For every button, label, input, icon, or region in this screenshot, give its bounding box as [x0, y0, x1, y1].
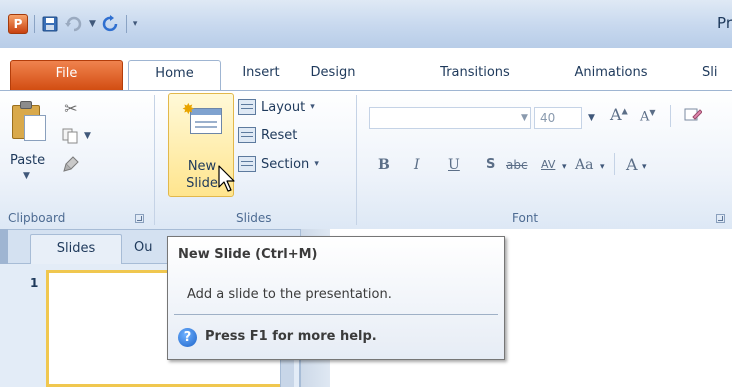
redo-icon[interactable]: [102, 15, 120, 33]
italic-button[interactable]: I: [414, 155, 420, 175]
layout-icon: [238, 99, 256, 115]
title-bar: P ▼ ▾ Pr: [0, 0, 732, 48]
shrink-font-icon[interactable]: A▼: [640, 108, 656, 124]
copy-icon[interactable]: [62, 127, 80, 145]
tab-slide-show[interactable]: Sli: [702, 60, 732, 90]
quick-access-toolbar: P ▼ ▾: [8, 12, 137, 36]
character-spacing-button[interactable]: AV: [541, 155, 555, 175]
font-inner-separator: [614, 153, 615, 175]
change-case-button[interactable]: Aa: [575, 155, 593, 175]
group-separator: [154, 95, 155, 225]
bold-button[interactable]: B: [378, 155, 390, 175]
font-color-dropdown-icon[interactable]: ▾: [642, 162, 647, 172]
tab-home[interactable]: Home: [128, 60, 221, 90]
new-slide-icon: ✸: [182, 102, 222, 136]
font-dialog-launcher-icon[interactable]: [716, 214, 725, 223]
strikethrough-button[interactable]: abc: [506, 155, 528, 175]
clipboard-dialog-launcher-icon[interactable]: [135, 214, 144, 223]
underline-button[interactable]: U: [448, 155, 460, 175]
paste-icon[interactable]: [12, 101, 46, 141]
tab-insert[interactable]: Insert: [232, 60, 290, 90]
undo-dropdown-icon[interactable]: ▼: [89, 19, 96, 29]
layout-button[interactable]: Layout ▾: [238, 96, 315, 118]
mouse-pointer-icon: [218, 165, 235, 192]
section-button[interactable]: Section ▾: [238, 153, 319, 175]
font-name-dropdown-icon[interactable]: ▼: [521, 113, 528, 123]
tab-design[interactable]: Design: [300, 60, 366, 90]
paste-dropdown-icon[interactable]: ▼: [23, 171, 30, 181]
reset-icon: [238, 127, 256, 143]
reset-button[interactable]: Reset: [238, 124, 297, 146]
tooltip-help-text: Press F1 for more help.: [205, 329, 377, 344]
tooltip-description: Add a slide to the presentation.: [187, 287, 392, 302]
reset-label: Reset: [261, 127, 298, 143]
powerpoint-logo-icon[interactable]: P: [8, 14, 28, 34]
save-icon[interactable]: [41, 15, 59, 33]
section-icon: [238, 156, 256, 172]
ribbon: Paste ▼ ✂ ▼ Clipboard ✸ New Slide Layout…: [0, 90, 732, 229]
qat-separator: [125, 15, 127, 33]
font-size-dropdown-icon[interactable]: ▼: [588, 113, 595, 123]
font-group-label: Font: [512, 211, 539, 225]
format-painter-icon[interactable]: [62, 155, 80, 173]
text-shadow-button[interactable]: S: [486, 155, 495, 175]
tab-animations[interactable]: Animations: [562, 60, 660, 90]
qat-separator: [34, 15, 35, 33]
tab-transitions[interactable]: Transitions: [425, 60, 525, 90]
clear-formatting-icon[interactable]: [684, 107, 702, 125]
change-case-dropdown-icon[interactable]: ▾: [600, 162, 605, 172]
layout-dropdown-icon: ▾: [310, 102, 315, 112]
font-color-button[interactable]: A: [626, 155, 638, 175]
font-name-combobox[interactable]: [369, 107, 531, 129]
cut-icon[interactable]: ✂: [62, 99, 80, 118]
ribbon-tabs: File Home Insert Design Transitions Anim…: [0, 48, 732, 90]
layout-label: Layout: [261, 99, 306, 115]
character-spacing-dropdown-icon[interactable]: ▾: [562, 162, 567, 172]
copy-dropdown-icon[interactable]: ▼: [84, 131, 91, 141]
paste-button[interactable]: Paste: [10, 153, 45, 168]
section-dropdown-icon: ▾: [314, 159, 319, 169]
window-title: Pr: [717, 14, 732, 32]
slide-number: 1: [30, 276, 39, 290]
section-label: Section: [261, 156, 310, 172]
logo-letter: P: [13, 17, 23, 31]
clipboard-group-label: Clipboard: [8, 211, 66, 225]
undo-icon[interactable]: [65, 15, 83, 33]
font-size-combobox[interactable]: 40: [534, 107, 582, 129]
group-separator: [356, 95, 357, 225]
tab-slides-pane[interactable]: Slides: [30, 234, 122, 264]
grow-font-icon[interactable]: A▲: [610, 105, 628, 124]
tooltip-divider: [174, 314, 498, 315]
new-slide-tooltip: New Slide (Ctrl+M) Add a slide to the pr…: [167, 236, 505, 360]
tab-file[interactable]: File: [10, 60, 123, 90]
font-inner-separator: [670, 105, 671, 127]
tooltip-title: New Slide (Ctrl+M): [178, 247, 318, 262]
customize-dropdown-icon[interactable]: ▾: [133, 19, 138, 29]
slides-group-label: Slides: [236, 211, 272, 225]
help-icon: ?: [178, 328, 197, 347]
